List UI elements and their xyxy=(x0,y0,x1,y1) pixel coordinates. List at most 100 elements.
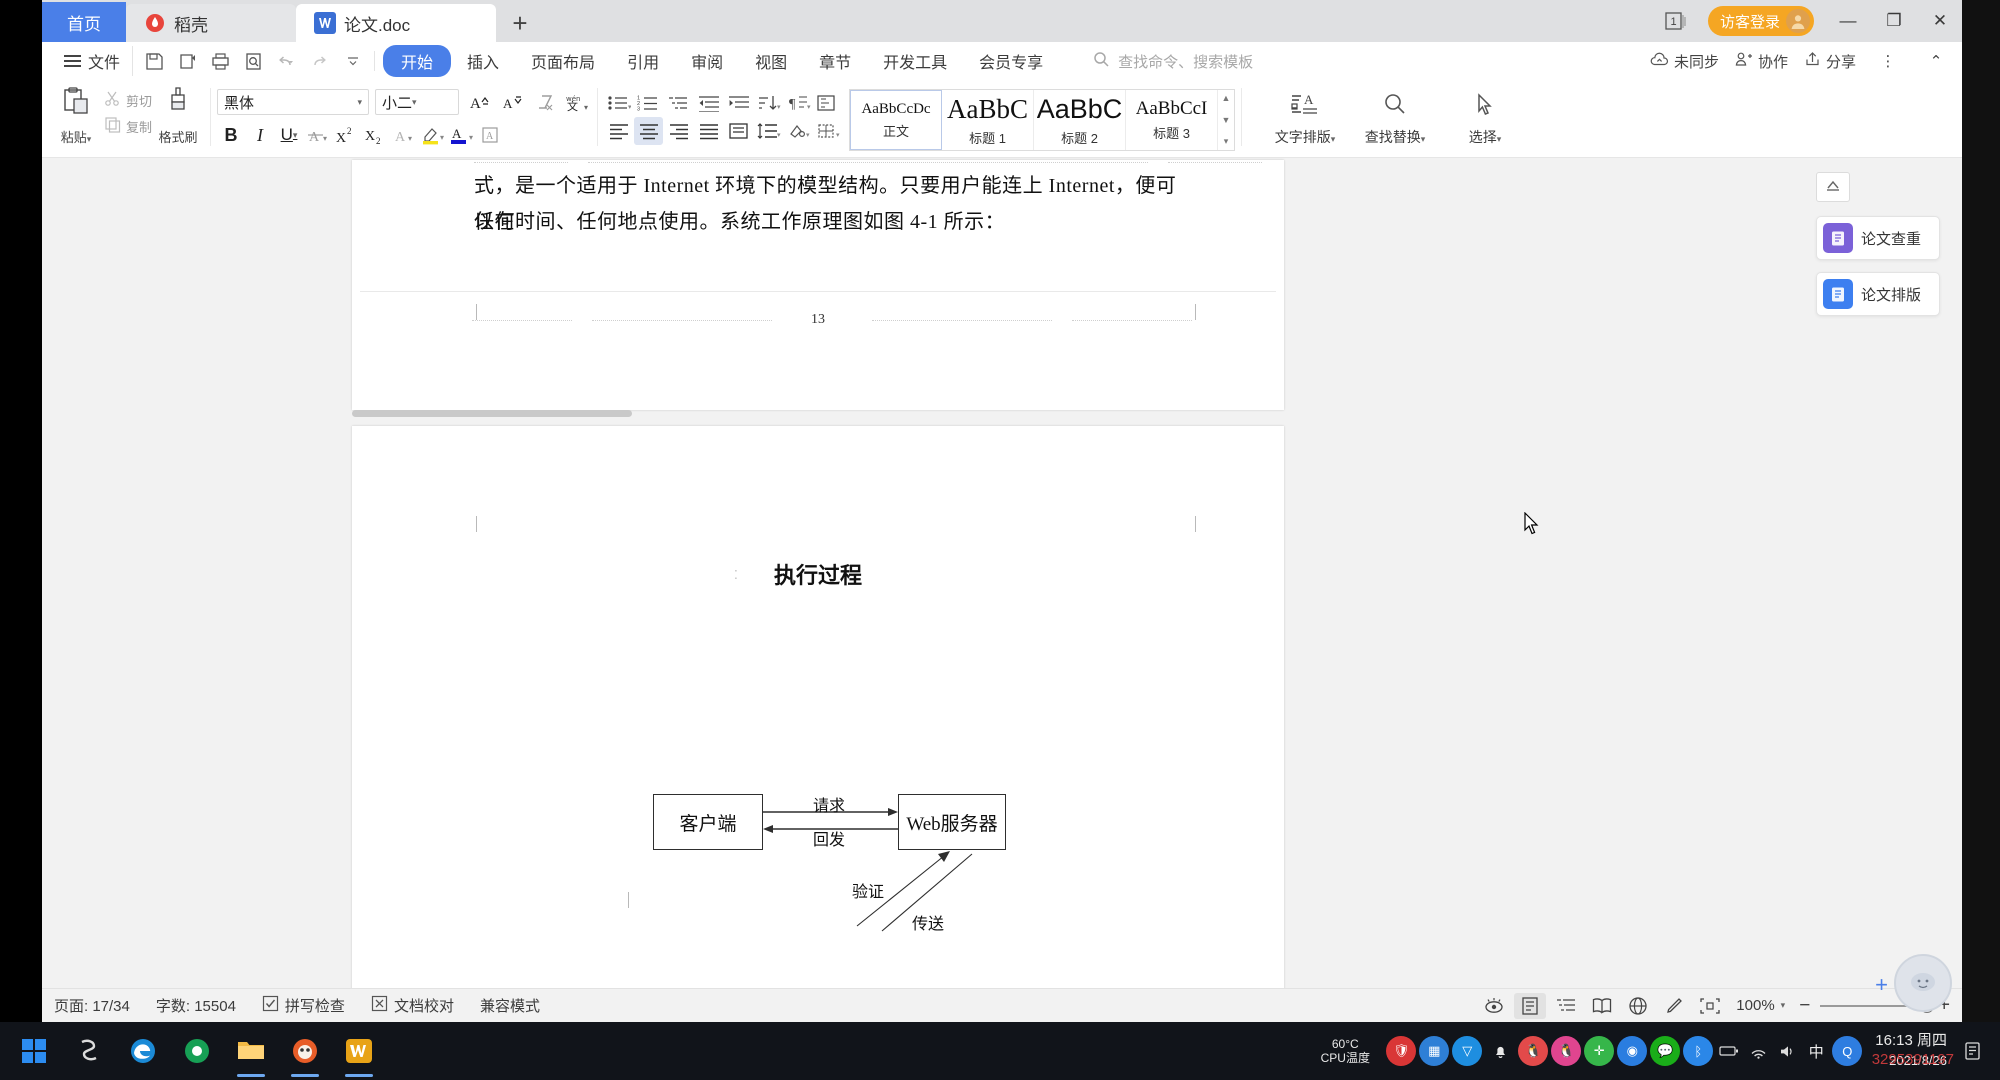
borders-button[interactable]: ▾ xyxy=(814,117,843,145)
copy-button[interactable]: 复制 xyxy=(104,116,152,136)
increase-indent-button[interactable] xyxy=(724,89,753,117)
multilevel-list-button[interactable] xyxy=(664,89,693,117)
font-color-icon[interactable]: A ▾ xyxy=(449,121,477,149)
paragraph-marks-button[interactable]: ¶ ▾ xyxy=(784,89,813,117)
edit-pen-icon[interactable] xyxy=(1658,993,1690,1019)
guest-login-button[interactable]: 访客登录 xyxy=(1707,6,1814,36)
wechat-icon[interactable]: 💬 xyxy=(1650,1036,1681,1066)
wps-icon[interactable] xyxy=(332,1022,386,1080)
shield-red-icon[interactable]: 🛡 xyxy=(1386,1036,1417,1066)
more-options-icon[interactable]: ⋮ xyxy=(1872,48,1904,74)
style-normal[interactable]: AaBbCcDc 正文 xyxy=(850,90,943,150)
app-s-icon[interactable] xyxy=(62,1022,116,1080)
bluetooth-icon[interactable]: ᛒ xyxy=(1683,1036,1714,1066)
volume-icon[interactable] xyxy=(1774,1038,1800,1064)
paste-button[interactable]: 粘贴▾ xyxy=(48,80,104,146)
collapse-panel-button[interactable] xyxy=(1816,172,1850,202)
select-button[interactable]: 选择▾ xyxy=(1442,92,1528,147)
print-icon[interactable] xyxy=(205,46,236,76)
pinyin-icon[interactable]: wén 文 ▾ xyxy=(564,89,591,115)
sort-button[interactable]: ▾ xyxy=(754,89,783,117)
tab-document[interactable]: 论文.doc xyxy=(296,4,496,42)
qq-icon[interactable]: 🐧 xyxy=(1518,1036,1549,1066)
customize-icon[interactable] xyxy=(337,46,368,76)
wifi-icon[interactable] xyxy=(1745,1038,1771,1064)
numbered-list-button[interactable]: 123 xyxy=(634,89,663,117)
tab-view[interactable]: 视图 xyxy=(739,46,803,76)
tab-references[interactable]: 引用 xyxy=(611,46,675,76)
outline-view-icon[interactable] xyxy=(1550,993,1582,1019)
char-shading-icon[interactable]: A xyxy=(478,121,506,149)
zoom-level-button[interactable]: 100% ▾ xyxy=(1736,997,1785,1014)
web-view-icon[interactable] xyxy=(1622,993,1654,1019)
minimize-button[interactable]: — xyxy=(1826,1,1870,41)
styles-scroll-down-icon[interactable]: ▼ xyxy=(1222,115,1231,125)
plus-green-icon[interactable]: ✛ xyxy=(1584,1036,1615,1066)
edge-icon[interactable] xyxy=(116,1022,170,1080)
assistant-bubble-button[interactable] xyxy=(1894,954,1952,1012)
documents-count-icon[interactable]: 1 xyxy=(1656,2,1696,40)
text-layout-button[interactable]: A 文字排版▾ xyxy=(1262,92,1348,147)
bullet-list-button[interactable]: ▾ xyxy=(604,89,633,117)
cpu-temp-widget[interactable]: 60°C CPU温度 xyxy=(1307,1037,1383,1065)
highlight-icon[interactable]: ▾ xyxy=(420,121,448,149)
security-icon[interactable]: ▽ xyxy=(1452,1036,1483,1066)
page-info[interactable]: 页面: 17/34 xyxy=(54,995,130,1016)
formula-button[interactable] xyxy=(814,89,843,117)
format-painter-button[interactable]: 格式刷 xyxy=(152,80,204,146)
strikethrough-button[interactable]: A ▾ xyxy=(304,121,332,149)
tab-developer[interactable]: 开发工具 xyxy=(867,46,963,76)
tab-home[interactable]: 首页 xyxy=(42,2,126,42)
find-icon[interactable] xyxy=(238,46,269,76)
shrink-font-button[interactable]: A xyxy=(498,89,525,115)
word-count[interactable]: 字数: 15504 xyxy=(156,995,236,1016)
horizontal-scrollbar[interactable] xyxy=(352,410,632,417)
restore-button[interactable]: ❐ xyxy=(1872,1,1916,41)
undo-icon[interactable] xyxy=(271,46,302,76)
compat-mode-label[interactable]: 兼容模式 xyxy=(480,995,540,1016)
italic-button[interactable]: I xyxy=(246,121,274,149)
find-replace-button[interactable]: 查找替换▾ xyxy=(1352,92,1438,147)
battery-icon[interactable] xyxy=(1716,1038,1742,1064)
justify-button[interactable] xyxy=(694,117,723,145)
tab-docer[interactable]: 稻壳 xyxy=(126,4,296,42)
font-name-combobox[interactable]: 黑体 ▾ xyxy=(217,89,370,115)
reading-view-icon[interactable] xyxy=(1586,993,1618,1019)
layout-doc-card[interactable]: 论文排版 xyxy=(1816,272,1940,316)
align-center-button[interactable] xyxy=(634,117,664,145)
document-page-14[interactable]: 执行过程 ⁚ 客户端 Web服务器 请求 回发 验证 传送 xyxy=(352,426,1284,1022)
shading-button[interactable]: ▾ xyxy=(784,117,813,145)
style-heading-3[interactable]: AaBbCcI 标题 3 xyxy=(1126,90,1219,150)
decrease-indent-button[interactable] xyxy=(694,89,723,117)
style-heading-2[interactable]: AaBbC 标题 2 xyxy=(1034,90,1127,150)
browser-icon[interactable] xyxy=(170,1022,224,1080)
close-button[interactable]: ✕ xyxy=(1918,1,1962,41)
net-icon[interactable]: ▦ xyxy=(1419,1036,1450,1066)
cut-button[interactable]: 剪切 xyxy=(104,90,152,110)
eye-icon[interactable] xyxy=(1478,993,1510,1019)
styles-scroll-up-icon[interactable]: ▲ xyxy=(1222,93,1231,103)
superscript-button[interactable]: X2 xyxy=(333,121,361,149)
taskbar-clock[interactable]: 16:13 周四 2021/8/26 xyxy=(1865,1031,1957,1071)
collaborate-button[interactable]: 协作 xyxy=(1735,51,1788,72)
search-blue-icon[interactable]: Q xyxy=(1832,1036,1863,1066)
ime-cn-icon[interactable]: 中 xyxy=(1803,1038,1829,1064)
zoom-out-button[interactable]: − xyxy=(1799,995,1810,1017)
line-spacing-button[interactable]: ▾ xyxy=(754,117,783,145)
file-explorer-icon[interactable] xyxy=(224,1022,278,1080)
collapse-ribbon-icon[interactable]: ⌃ xyxy=(1920,48,1952,74)
grow-font-button[interactable]: A xyxy=(465,89,492,115)
page-view-icon[interactable] xyxy=(1514,992,1547,1019)
styles-expand-icon[interactable]: ▾ xyxy=(1224,136,1229,147)
styles-scroll-buttons[interactable]: ▲ ▼ ▾ xyxy=(1218,90,1234,150)
settings-blue-icon[interactable]: ◉ xyxy=(1617,1036,1648,1066)
bell-icon[interactable] xyxy=(1485,1036,1515,1066)
firefox-icon[interactable] xyxy=(278,1022,332,1080)
align-right-button[interactable] xyxy=(664,117,693,145)
share-button[interactable]: 分享 xyxy=(1804,51,1856,72)
new-tab-button[interactable]: + xyxy=(496,4,544,42)
subscript-button[interactable]: X2 xyxy=(362,121,390,149)
print-preview-icon[interactable] xyxy=(172,46,203,76)
tab-review[interactable]: 审阅 xyxy=(675,46,739,76)
tab-section[interactable]: 章节 xyxy=(803,46,867,76)
